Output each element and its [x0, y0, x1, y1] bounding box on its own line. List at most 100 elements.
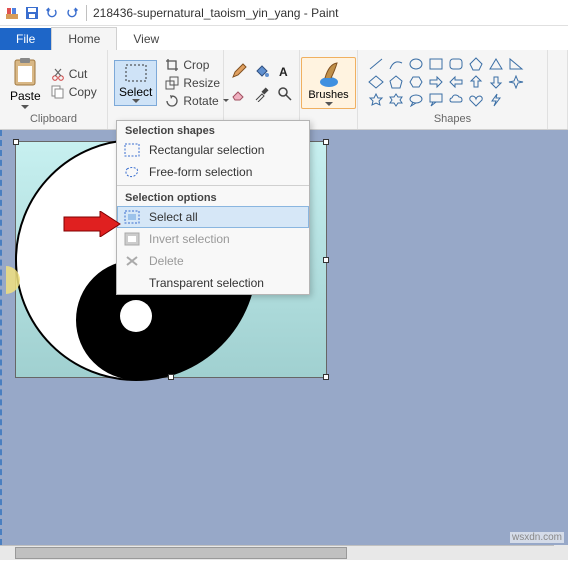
- dropdown-header-shapes: Selection shapes: [117, 121, 309, 139]
- resize-handle[interactable]: [13, 139, 19, 145]
- shape-callout-round[interactable]: [408, 93, 424, 107]
- shape-star4[interactable]: [508, 75, 524, 89]
- shape-callout-cloud[interactable]: [448, 93, 464, 107]
- shape-callout-rect[interactable]: [428, 93, 444, 107]
- menu-label: Rectangular selection: [149, 143, 264, 157]
- menu-label: Free-form selection: [149, 165, 252, 179]
- text-tool[interactable]: A: [275, 61, 295, 81]
- shape-arrow-down[interactable]: [488, 75, 504, 89]
- menu-label: Invert selection: [149, 232, 230, 246]
- select-dropdown: Selection shapes Rectangular selection F…: [116, 120, 310, 295]
- tab-view[interactable]: View: [117, 28, 175, 50]
- resize-handle[interactable]: [323, 139, 329, 145]
- rotate-button[interactable]: Rotate: [163, 93, 230, 109]
- rotate-icon: [165, 94, 179, 108]
- copy-label: Copy: [69, 85, 97, 99]
- horizontal-scrollbar[interactable]: [0, 545, 554, 560]
- select-all-icon: [123, 209, 141, 225]
- shape-star5[interactable]: [368, 93, 384, 107]
- menu-invert-selection: Invert selection: [117, 228, 309, 250]
- shape-roundrect[interactable]: [448, 57, 464, 71]
- shape-curve[interactable]: [388, 57, 404, 71]
- scroll-corner: [554, 545, 568, 560]
- paste-label: Paste: [10, 89, 41, 103]
- menu-label: Select all: [149, 210, 198, 224]
- menu-delete: Delete: [117, 250, 309, 272]
- menu-rectangular-selection[interactable]: Rectangular selection: [117, 139, 309, 161]
- group-label-clipboard: Clipboard: [6, 113, 101, 127]
- window-title: 218436-supernatural_taoism_yin_yang - Pa…: [93, 6, 339, 20]
- eraser-tool[interactable]: [229, 84, 249, 104]
- resize-icon: [165, 76, 179, 90]
- scissors-icon: [51, 67, 65, 81]
- cut-label: Cut: [69, 67, 88, 81]
- shape-lightning[interactable]: [488, 93, 504, 107]
- crop-button[interactable]: Crop: [163, 57, 230, 73]
- shape-arrow-left[interactable]: [448, 75, 464, 89]
- tab-file[interactable]: File: [0, 28, 51, 50]
- delete-icon: [123, 253, 141, 269]
- save-icon[interactable]: [24, 5, 40, 21]
- copy-button[interactable]: Copy: [49, 84, 99, 100]
- shape-triangle[interactable]: [488, 57, 504, 71]
- group-tools: A: [224, 50, 300, 129]
- quick-access-toolbar: [4, 5, 80, 21]
- shapes-gallery[interactable]: [368, 57, 526, 109]
- menu-transparent-selection[interactable]: Transparent selection: [117, 272, 309, 294]
- select-button[interactable]: Select: [114, 60, 157, 106]
- shape-right-triangle[interactable]: [508, 57, 524, 71]
- brushes-button[interactable]: Brushes: [301, 57, 355, 109]
- group-label-brushes: [306, 113, 351, 127]
- shape-diamond[interactable]: [368, 75, 384, 89]
- selection-rect-icon: [124, 63, 148, 85]
- resize-handle[interactable]: [323, 257, 329, 263]
- annotation-arrow: [62, 211, 122, 237]
- resize-label: Resize: [183, 76, 220, 90]
- chevron-down-icon: [132, 99, 140, 103]
- cut-button[interactable]: Cut: [49, 66, 99, 82]
- dropdown-header-options: Selection options: [117, 188, 309, 206]
- paste-button[interactable]: Paste: [6, 55, 45, 111]
- resize-handle[interactable]: [323, 374, 329, 380]
- copy-icon: [51, 85, 65, 99]
- shape-hexagon[interactable]: [408, 75, 424, 89]
- fill-tool[interactable]: [252, 61, 272, 81]
- menu-freeform-selection[interactable]: Free-form selection: [117, 161, 309, 183]
- shape-arrow-right[interactable]: [428, 75, 444, 89]
- resize-button[interactable]: Resize: [163, 75, 230, 91]
- shape-oval[interactable]: [408, 57, 424, 71]
- shape-heart[interactable]: [468, 93, 484, 107]
- crop-label: Crop: [183, 58, 209, 72]
- picker-tool[interactable]: [252, 84, 272, 104]
- menu-label: Transparent selection: [149, 276, 264, 290]
- menu-label: Delete: [149, 254, 184, 268]
- shape-star6[interactable]: [388, 93, 404, 107]
- ribbon: Paste Cut Copy Clipboard Select: [0, 50, 568, 130]
- shape-rect[interactable]: [428, 57, 444, 71]
- undo-icon[interactable]: [44, 5, 60, 21]
- clipboard-icon: [12, 57, 38, 87]
- svg-text:A: A: [279, 65, 288, 79]
- tab-home[interactable]: Home: [51, 27, 117, 50]
- separator: [86, 5, 87, 21]
- menu-select-all[interactable]: Select all: [117, 206, 309, 228]
- title-bar: 218436-supernatural_taoism_yin_yang - Pa…: [0, 0, 568, 26]
- scrollbar-thumb[interactable]: [15, 547, 347, 559]
- checkbox-icon: [123, 275, 141, 291]
- shape-line[interactable]: [368, 57, 384, 71]
- group-brushes: Brushes: [300, 50, 358, 129]
- app-icon: [4, 5, 20, 21]
- watermark: wsxdn.com: [510, 532, 564, 543]
- shape-pentagon[interactable]: [388, 75, 404, 89]
- crop-icon: [165, 58, 179, 72]
- separator: [117, 185, 309, 186]
- shape-polygon[interactable]: [468, 57, 484, 71]
- ribbon-tabs: File Home View: [0, 26, 568, 50]
- resize-handle[interactable]: [168, 374, 174, 380]
- redo-icon[interactable]: [64, 5, 80, 21]
- chevron-down-icon: [21, 105, 29, 109]
- invert-icon: [123, 231, 141, 247]
- magnifier-tool[interactable]: [275, 84, 295, 104]
- shape-arrow-up[interactable]: [468, 75, 484, 89]
- pencil-tool[interactable]: [229, 61, 249, 81]
